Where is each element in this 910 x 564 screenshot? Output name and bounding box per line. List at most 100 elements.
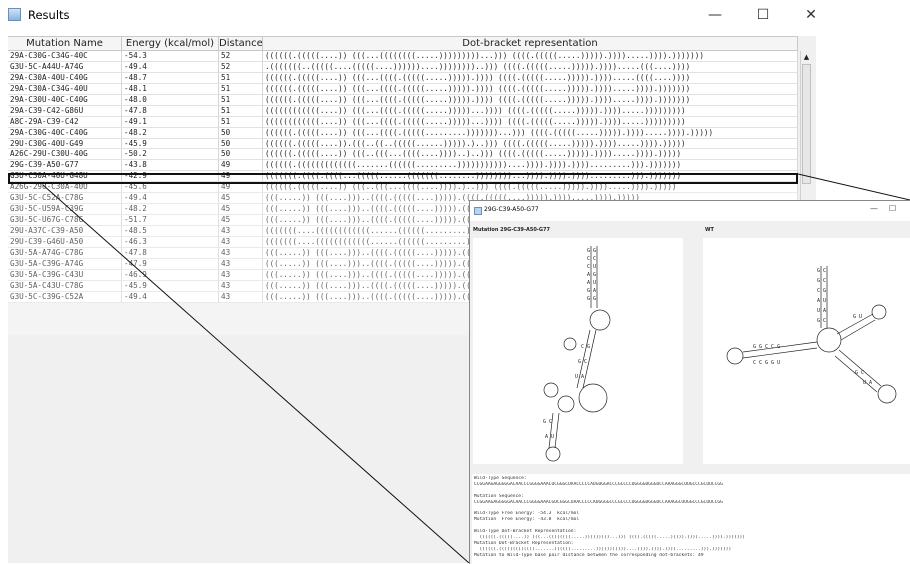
window-title: Results <box>28 8 70 22</box>
maximize-button[interactable]: ☐ <box>748 5 778 25</box>
cell-dot-bracket: ((((((.(((((....)) (((...((((.(((((.....… <box>263 72 798 84</box>
cell-distance: 50 <box>219 149 263 161</box>
table-row[interactable]: 29A-C30G-40C-C40G -48.2 50 ((((((.(((((....… <box>8 127 806 139</box>
cell-distance: 51 <box>219 116 263 128</box>
table-row[interactable]: 29A-C30G-C34G-40C -54.3 52 ((((((.(((((....… <box>8 51 806 62</box>
svg-text:A U: A U <box>817 298 826 304</box>
cell-energy: -48.0 <box>122 94 219 106</box>
cell-energy: -54.3 <box>122 51 219 62</box>
cell-mutation-name: 29A-C30A-40U-C40G <box>8 72 122 84</box>
column-header-energy[interactable]: Energy (kcal/mol) <box>122 36 219 51</box>
close-button[interactable]: ✕ <box>796 5 826 25</box>
svg-text:G A: G A <box>587 288 596 294</box>
cell-distance: 52 <box>219 51 263 62</box>
svg-text:G C: G C <box>578 359 587 365</box>
cell-dot-bracket: ((((((.(((((....)) (((...((((.(((((.....… <box>263 83 798 95</box>
cell-energy: -48.2 <box>122 127 219 139</box>
mutation-structure-panel: G G C C C U A G A U G A G G C G G C U A G C A U <box>473 238 683 464</box>
svg-text:G G: G G <box>587 248 596 254</box>
minimize-button[interactable]: — <box>700 5 730 25</box>
svg-text:C C: C C <box>587 256 596 262</box>
cell-distance: 51 <box>219 94 263 106</box>
svg-text:A U: A U <box>545 434 554 440</box>
svg-text:U A: U A <box>817 308 826 314</box>
cell-energy: -49.1 <box>122 116 219 128</box>
cell-dot-bracket: .(((((((..(((((....(((((....))))))....))… <box>263 61 798 73</box>
cell-dot-bracket: ((((((.(((((....)) (((...((((.(((((.....… <box>263 94 798 106</box>
structure-viewer-window: 29G-C39-A50-G77 — ☐ Mutation 29G-C39-A50… <box>469 200 910 564</box>
cell-dot-bracket: ((((((.(((((((((((((.......((((((.......… <box>263 160 798 172</box>
title-bar: Results — ☐ ✕ <box>0 0 836 30</box>
table-row[interactable]: 29G-C39-A50-G77 -43.8 49 ((((((.(((((((((((… <box>8 160 806 172</box>
table-row[interactable]: G3U-5C-A44U-A74G -49.4 52 .(((((((..(((((..… <box>8 61 806 73</box>
cell-mutation-name: 29A-C30U-40C-C40G <box>8 94 122 106</box>
cell-energy: -48.7 <box>122 72 219 84</box>
svg-text:G C: G C <box>817 278 826 284</box>
cell-distance: 50 <box>219 127 263 139</box>
svg-text:C G: C G <box>581 344 590 350</box>
cell-energy: -45.9 <box>122 138 219 150</box>
svg-text:U A: U A <box>575 374 584 380</box>
inset-maximize-button[interactable]: ☐ <box>889 204 896 213</box>
wt-structure-drawing: G C G C C G A U U A G C G G C C G C C G G U G… <box>726 266 897 404</box>
cell-dot-bracket: ((((((((((((....)) (((...((((.(((((.....… <box>263 116 798 128</box>
cell-mutation-name: 29A-C39-C42-G86U <box>8 105 122 117</box>
cell-energy: -48.1 <box>122 83 219 95</box>
scroll-thumb[interactable] <box>802 64 811 184</box>
scroll-up-arrow-icon[interactable]: ▲ <box>801 51 812 63</box>
svg-text:G U: G U <box>853 314 862 320</box>
table-row[interactable]: 29A-C30A-40U-C40G -48.7 51 ((((((.(((((....… <box>8 72 806 84</box>
table-row[interactable]: 29A-C30U-40C-C40G -48.0 51 ((((((.(((((....… <box>8 94 806 106</box>
cell-dot-bracket: ((((((.(((((....)).(((..((..(((((......)… <box>263 138 798 150</box>
cell-distance: 51 <box>219 72 263 84</box>
svg-text:G C: G C <box>543 419 552 425</box>
cell-dot-bracket: ((((((.(((((....)) (((...((((((((.....))… <box>263 51 798 62</box>
table-row[interactable]: A26C-29U-C30U-40G -50.2 50 ((((((.(((((....… <box>8 149 806 161</box>
cell-distance: 50 <box>219 138 263 150</box>
table-row[interactable]: 29U-C30G-40U-G49 -45.9 50 ((((((.(((((....)… <box>8 138 806 150</box>
cell-dot-bracket: ((((((.(((((....)) (((..(((...((((....))… <box>263 149 798 161</box>
cell-mutation-name: 29A-C30A-C34G-40U <box>8 83 122 95</box>
table-row[interactable]: 29A-C39-C42-G86U -47.8 51 ((((((((((((....)… <box>8 105 806 117</box>
wt-panel-label: WT <box>705 227 714 233</box>
inset-window-title: 29G-C39-A50-G77 <box>484 206 539 213</box>
info-line: Mutation to Wild-Type base pair distance… <box>474 552 704 558</box>
svg-text:G G: G G <box>587 296 596 302</box>
table-row[interactable]: A8C-29A-C39-C42 -49.1 51 ((((((((((((....))… <box>8 116 806 128</box>
svg-text:G C: G C <box>855 370 864 376</box>
column-header-dot-bracket[interactable]: Dot-bracket representation <box>263 36 798 51</box>
column-header-distance[interactable]: Distance <box>219 36 263 51</box>
cell-mutation-name: 29G-C39-A50-G77 <box>8 160 122 172</box>
svg-text:A G: A G <box>587 272 596 278</box>
svg-text:G G C C G: G G C C G <box>753 344 780 350</box>
java-app-icon <box>8 8 21 21</box>
cell-mutation-name: A8C-29A-C39-C42 <box>8 116 122 128</box>
mutation-structure-drawing: G G C C C U A G A U G A G G C G G C U A G C A U <box>543 246 611 462</box>
cell-mutation-name: G3U-5C-A44U-A74G <box>8 61 122 73</box>
wt-structure-panel: G C G C C G A U U A G C G G C C G C C G G U G… <box>703 238 910 464</box>
inset-minimize-button[interactable]: — <box>870 204 878 213</box>
mutation-panel-label: Mutation 29G-C39-A50-G77 <box>473 227 550 233</box>
svg-text:U A: U A <box>863 380 872 386</box>
svg-text:G C: G C <box>817 268 826 274</box>
cell-energy: -50.2 <box>122 149 219 161</box>
cell-mutation-name: 29U-C30G-40U-G49 <box>8 138 122 150</box>
selected-row-highlight <box>8 173 798 184</box>
table-row[interactable]: 29A-C30A-C34G-40U -48.1 51 ((((((.(((((....… <box>8 83 806 95</box>
cell-distance: 51 <box>219 105 263 117</box>
inset-body: Mutation 29G-C39-A50-G77 WT G GC CC U A … <box>470 221 910 564</box>
svg-text:A U: A U <box>587 280 596 286</box>
cell-distance: 51 <box>219 83 263 95</box>
svg-text:C C G G U: C C G G U <box>753 360 780 366</box>
cell-energy: -49.4 <box>122 61 219 73</box>
svg-text:C G: C G <box>817 288 826 294</box>
cell-dot-bracket: ((((((.(((((....)) (((...((((.(((((.....… <box>263 127 798 139</box>
cell-energy: -43.8 <box>122 160 219 172</box>
cell-mutation-name: A26C-29U-C30U-40G <box>8 149 122 161</box>
column-header-mutation-name[interactable]: Mutation Name <box>8 36 122 51</box>
cell-distance: 52 <box>219 61 263 73</box>
sequence-info-panel: Wild-Type Sequence: CCGGAAGAGGGGGACAACCCG… <box>472 474 910 564</box>
cell-energy: -47.8 <box>122 105 219 117</box>
cell-dot-bracket: ((((((((((((....)) (((...((((.(((((.....… <box>263 105 798 117</box>
cell-distance: 49 <box>219 160 263 172</box>
